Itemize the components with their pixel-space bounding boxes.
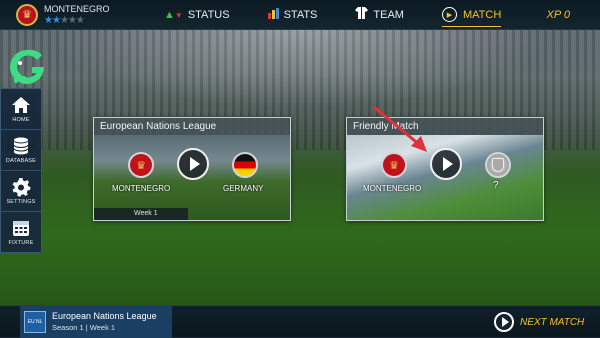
top-bar: ♛ MONTENEGRO ★★★★★ ▲▼ STATUS STATS TEAM … xyxy=(0,0,600,30)
shield-icon xyxy=(492,158,504,172)
star-icon: ★ xyxy=(67,14,77,26)
bottom-bar: EU NL European Nations League Season 1 |… xyxy=(0,305,600,338)
pointer-arrow-icon xyxy=(373,105,427,152)
next-match-button[interactable]: NEXT MATCH xyxy=(494,309,588,335)
team-name: MONTENEGRO xyxy=(44,3,110,14)
play-league-match-button[interactable] xyxy=(177,148,209,180)
sidebar-item-home[interactable]: HOME xyxy=(1,89,41,130)
next-match-label: NEXT MATCH xyxy=(520,316,585,328)
season-week-label: Season 1 | Week 1 xyxy=(52,323,116,332)
android-logo-icon xyxy=(10,49,44,84)
tab-stats[interactable]: STATS xyxy=(267,0,318,30)
bar-chart-icon xyxy=(267,7,279,22)
tab-stats-label: STATS xyxy=(283,8,318,21)
league-match-card[interactable]: European Nations League ♛ MONTENEGRO GER… xyxy=(93,117,291,221)
xp-counter: XP 0 xyxy=(546,9,570,21)
sidebar-item-label: SETTINGS xyxy=(6,199,36,205)
star-icon: ★ xyxy=(59,14,69,26)
germany-flag-icon xyxy=(232,152,258,178)
sidebar-item-label: HOME xyxy=(12,117,30,123)
league-logo-icon: EU NL xyxy=(24,311,46,333)
play-icon xyxy=(494,312,514,332)
database-icon xyxy=(13,137,29,155)
tab-match[interactable]: ▶ MATCH xyxy=(441,0,502,30)
jersey-icon xyxy=(355,7,369,22)
montenegro-flag-icon: ♛ xyxy=(128,152,154,178)
away-team-label: GERMANY xyxy=(223,184,264,193)
sidebar-item-label: DATABASE xyxy=(5,158,37,164)
sidebar-item-database[interactable]: DATABASE xyxy=(1,130,41,171)
away-team-label: ? xyxy=(493,180,499,191)
home-icon xyxy=(12,97,30,113)
play-friendly-match-button[interactable] xyxy=(430,148,462,180)
tab-match-label: MATCH xyxy=(462,8,502,21)
sidebar-item-label: FIXTURE xyxy=(8,240,34,246)
week-label: Week 1 xyxy=(94,208,188,220)
league-name: European Nations League xyxy=(52,311,157,321)
sidebar-item-fixture[interactable]: FIXTURE xyxy=(1,212,41,252)
play-icon: ▶ xyxy=(441,7,457,22)
tab-team-label: TEAM xyxy=(373,8,404,21)
sidebar: HOME DATABASE SETTINGS FIXTURE xyxy=(0,88,42,253)
calendar-icon xyxy=(13,221,29,236)
main-nav: ▲▼ STATUS STATS TEAM ▶ MATCH xyxy=(164,0,502,30)
tab-team[interactable]: TEAM xyxy=(355,0,404,30)
unknown-opponent-icon xyxy=(485,152,511,178)
montenegro-flag-icon: ♛ xyxy=(381,152,407,178)
gear-icon xyxy=(12,178,31,197)
team-crest-icon: ♛ xyxy=(16,3,38,26)
home-team-label: MONTENEGRO xyxy=(363,184,422,193)
team-rating-stars: ★★★★★ xyxy=(44,15,110,26)
tab-status-label: STATUS xyxy=(187,8,230,21)
home-team-label: MONTENEGRO xyxy=(112,184,171,193)
current-league-panel[interactable]: EU NL European Nations League Season 1 |… xyxy=(20,306,172,338)
star-icon: ★ xyxy=(75,14,85,26)
status-arrows-icon: ▲▼ xyxy=(164,8,183,21)
sidebar-item-settings[interactable]: SETTINGS xyxy=(1,171,41,212)
team-info[interactable]: ♛ MONTENEGRO ★★★★★ xyxy=(0,3,150,26)
star-icon: ★ xyxy=(51,14,61,26)
star-icon: ★ xyxy=(44,14,53,26)
tab-status[interactable]: ▲▼ STATUS xyxy=(164,0,230,30)
card-title: European Nations League xyxy=(94,118,290,135)
